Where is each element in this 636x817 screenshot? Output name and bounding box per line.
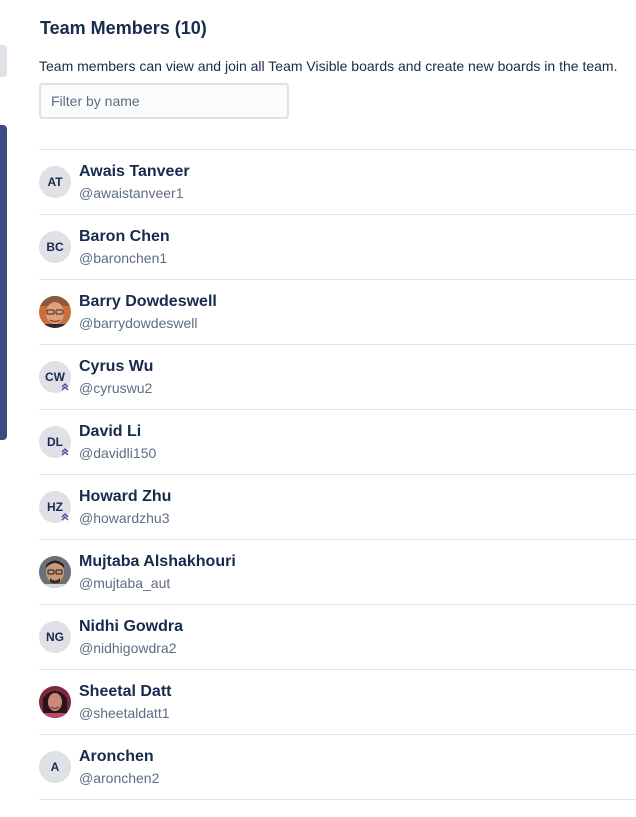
member-name[interactable]: Barry Dowdeswell <box>79 292 217 312</box>
member-name[interactable]: David Li <box>79 422 141 442</box>
member-username: @sheetaldatt1 <box>79 705 170 721</box>
member-name[interactable]: Sheetal Datt <box>79 682 171 702</box>
avatar-initials: BC <box>46 240 64 254</box>
avatar-photo[interactable] <box>39 296 71 328</box>
person-photo-icon <box>39 556 71 588</box>
member-name[interactable]: Aronchen <box>79 747 154 767</box>
avatar-initials: NG <box>46 630 64 644</box>
member-name[interactable]: Awais Tanveer <box>79 162 190 182</box>
member-list: AT Awais Tanveer @awaistanveer1 BC Baron… <box>39 149 636 800</box>
member-row: Mujtaba Alshakhouri @mujtaba_aut <box>39 540 636 605</box>
member-name[interactable]: Howard Zhu <box>79 487 171 507</box>
member-username: @cyruswu2 <box>79 380 153 396</box>
avatar-initials: AT <box>47 175 63 189</box>
admin-chevron-icon <box>59 381 71 393</box>
team-members-description: Team members can view and join all Team … <box>39 58 618 74</box>
member-row: BC Baron Chen @baronchen1 <box>39 215 636 280</box>
avatar-initials: A <box>50 760 60 774</box>
member-username: @awaistanveer1 <box>79 185 184 201</box>
page-title: Team Members (10) <box>40 18 207 38</box>
member-username: @aronchen2 <box>79 770 160 786</box>
member-username: @baronchen1 <box>79 250 168 266</box>
member-username: @davidli150 <box>79 445 157 461</box>
admin-chevron-icon <box>59 446 71 458</box>
side-panel <box>0 125 7 440</box>
member-row: HZ Howard Zhu @howardzhu3 <box>39 475 636 540</box>
avatar[interactable]: AT <box>39 166 71 198</box>
member-row: A Aronchen @aronchen2 <box>39 735 636 800</box>
avatar[interactable]: BC <box>39 231 71 263</box>
member-username: @howardzhu3 <box>79 510 170 526</box>
member-name[interactable]: Nidhi Gowdra <box>79 617 183 637</box>
member-name[interactable]: Cyrus Wu <box>79 357 153 377</box>
member-username: @barrydowdeswell <box>79 315 198 331</box>
member-row: Sheetal Datt @sheetaldatt1 <box>39 670 636 735</box>
side-tab[interactable] <box>0 45 7 77</box>
member-row: DL David Li @davidli150 <box>39 410 636 475</box>
member-name[interactable]: Baron Chen <box>79 227 170 247</box>
person-photo-icon <box>39 296 71 328</box>
filter-by-name-input[interactable] <box>39 83 289 119</box>
avatar-photo[interactable] <box>39 686 71 718</box>
avatar-photo[interactable] <box>39 556 71 588</box>
admin-chevron-icon <box>59 511 71 523</box>
member-row: CW Cyrus Wu @cyruswu2 <box>39 345 636 410</box>
member-name[interactable]: Mujtaba Alshakhouri <box>79 552 236 572</box>
member-username: @nidhigowdra2 <box>79 640 177 656</box>
member-username: @mujtaba_aut <box>79 575 171 591</box>
avatar[interactable]: A <box>39 751 71 783</box>
person-photo-icon <box>39 686 71 718</box>
member-row: AT Awais Tanveer @awaistanveer1 <box>39 150 636 215</box>
avatar[interactable]: NG <box>39 621 71 653</box>
member-row: Barry Dowdeswell @barrydowdeswell <box>39 280 636 345</box>
member-row: NG Nidhi Gowdra @nidhigowdra2 <box>39 605 636 670</box>
